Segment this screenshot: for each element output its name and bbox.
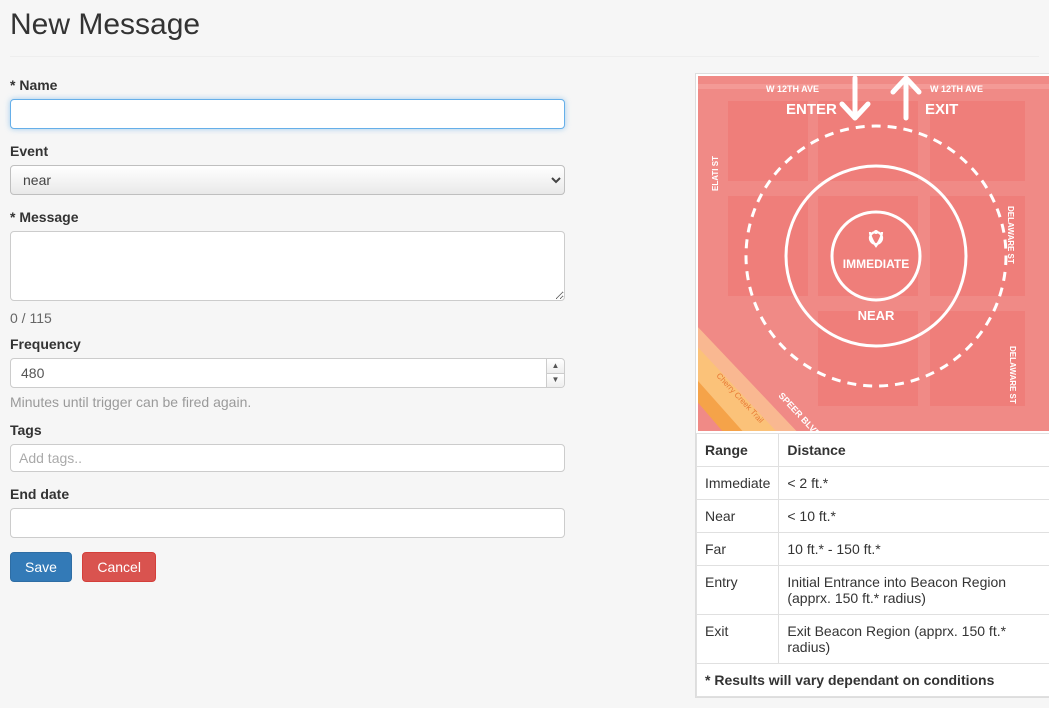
table-row: Far 10 ft.* - 150 ft.*: [697, 533, 1049, 566]
frequency-down-button[interactable]: ▼: [547, 374, 564, 388]
table-row: Near < 10 ft.*: [697, 500, 1049, 533]
svg-text:DELAWARE ST: DELAWARE ST: [1006, 206, 1015, 264]
name-label: * Name: [10, 77, 565, 93]
range-diagram: W 12TH AVE W 12TH AVE ELATI ST DELAWARE …: [696, 74, 1049, 433]
frequency-input[interactable]: [10, 358, 565, 388]
svg-text:EXIT: EXIT: [925, 101, 958, 118]
th-range: Range: [697, 434, 779, 467]
page-title: New Message: [10, 8, 1039, 42]
table-row: Entry Initial Entrance into Beacon Regio…: [697, 566, 1049, 615]
tags-label: Tags: [10, 422, 565, 438]
save-button[interactable]: Save: [10, 552, 72, 582]
end-date-label: End date: [10, 486, 565, 502]
event-label: Event: [10, 143, 565, 159]
th-distance: Distance: [779, 434, 1049, 467]
svg-text:NEAR: NEAR: [858, 308, 895, 323]
message-textarea[interactable]: [10, 231, 565, 301]
svg-text:W 12TH AVE: W 12TH AVE: [766, 84, 819, 94]
frequency-spinner: ▲ ▼: [546, 359, 564, 387]
table-row: Exit Exit Beacon Region (apprx. 150 ft.*…: [697, 615, 1049, 664]
svg-text:IMMEDIATE: IMMEDIATE: [843, 257, 909, 271]
tags-input[interactable]: Add tags..: [10, 444, 565, 472]
cancel-button[interactable]: Cancel: [82, 552, 156, 582]
table-row: Immediate < 2 ft.*: [697, 467, 1049, 500]
frequency-helper: Minutes until trigger can be fired again…: [10, 394, 565, 410]
name-input[interactable]: [10, 99, 565, 129]
svg-text:ENTER: ENTER: [786, 101, 837, 118]
range-table: Range Distance Immediate < 2 ft.* Near <…: [696, 433, 1049, 697]
message-label: * Message: [10, 209, 565, 225]
message-char-count: 0 / 115: [10, 310, 565, 326]
form-column: * Name Event near * Message 0 / 115 Freq…: [10, 73, 565, 582]
side-column: W 12TH AVE W 12TH AVE ELATI ST DELAWARE …: [695, 73, 1049, 698]
end-date-input[interactable]: [10, 508, 565, 538]
frequency-label: Frequency: [10, 336, 565, 352]
frequency-up-button[interactable]: ▲: [547, 359, 564, 374]
event-select[interactable]: near: [10, 165, 565, 195]
svg-text:ELATI ST: ELATI ST: [711, 156, 720, 191]
svg-text:DELAWARE ST: DELAWARE ST: [1008, 346, 1017, 404]
svg-text:W 12TH AVE: W 12TH AVE: [930, 84, 983, 94]
title-separator: [10, 56, 1039, 57]
table-footer: * Results will vary dependant on conditi…: [697, 664, 1049, 697]
